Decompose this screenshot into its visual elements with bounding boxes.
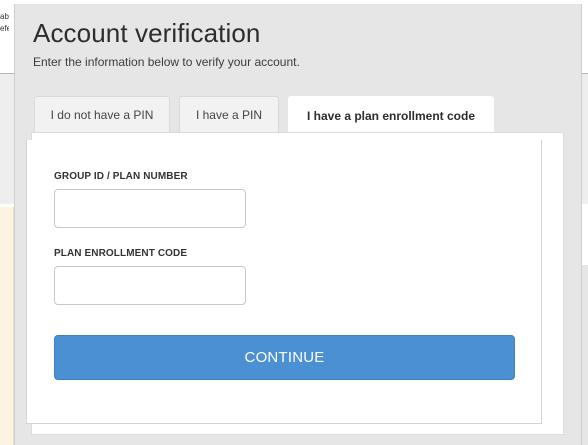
dialog-header: Account verification Enter the informati… bbox=[33, 18, 300, 69]
group-id-label: GROUP ID / PLAN NUMBER bbox=[54, 171, 188, 182]
tab-no-pin[interactable]: I do not have a PIN bbox=[34, 96, 170, 132]
dialog-subtitle: Enter the information below to verify yo… bbox=[33, 55, 300, 69]
background-text: efer bbox=[0, 24, 9, 33]
tab-have-pin[interactable]: I have a PIN bbox=[179, 96, 279, 132]
enrollment-code-label: PLAN ENROLLMENT CODE bbox=[54, 248, 188, 259]
group-id-input[interactable] bbox=[54, 189, 246, 228]
background-text: abo bbox=[0, 12, 9, 21]
enrollment-code-input[interactable] bbox=[54, 266, 246, 305]
background-notice-strip bbox=[0, 207, 14, 445]
tab-plan-enrollment-code[interactable]: I have a plan enrollment code bbox=[288, 96, 494, 134]
continue-button[interactable]: CONTINUE bbox=[54, 335, 515, 380]
dialog-title: Account verification bbox=[33, 18, 261, 48]
